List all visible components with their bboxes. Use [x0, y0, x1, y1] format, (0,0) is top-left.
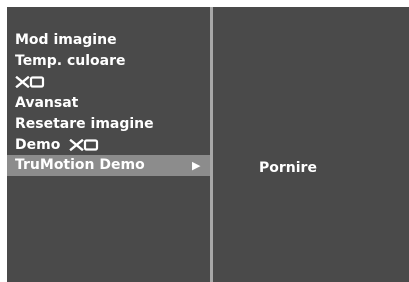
menu-item-picture-mode[interactable]: Mod imagine — [7, 30, 210, 51]
menu-item-color-temperature[interactable]: Temp. culoare — [7, 51, 210, 72]
menu-item-advanced[interactable]: Avansat — [7, 93, 210, 114]
menu-item-label: Mod imagine — [15, 32, 117, 48]
menu-item-trumotion-demo[interactable]: TruMotion Demo ▶ — [7, 155, 210, 176]
menu-item-label: Avansat — [15, 95, 79, 111]
menu-item-picture-reset[interactable]: Resetare imagine — [7, 114, 210, 135]
xd-logo — [69, 139, 99, 151]
menu-item-label: Demo — [15, 137, 61, 153]
submenu-item-start[interactable]: Pornire — [259, 158, 317, 178]
submenu-panel: Pornire — [213, 7, 409, 282]
menu-item-label: Temp. culoare — [15, 53, 126, 69]
menu-item-label: Resetare imagine — [15, 116, 154, 132]
menu-item-label: TruMotion Demo — [15, 157, 145, 173]
xd-logo — [15, 76, 45, 88]
menu-item-xd[interactable] — [7, 72, 210, 93]
menu-item-demo-xd[interactable]: Demo — [7, 135, 210, 156]
osd-menu: Mod imagine Temp. culoare Avansat Reseta… — [7, 7, 409, 282]
picture-menu-panel: Mod imagine Temp. culoare Avansat Reseta… — [7, 7, 210, 282]
right-arrow-icon: ▶ — [192, 159, 201, 172]
